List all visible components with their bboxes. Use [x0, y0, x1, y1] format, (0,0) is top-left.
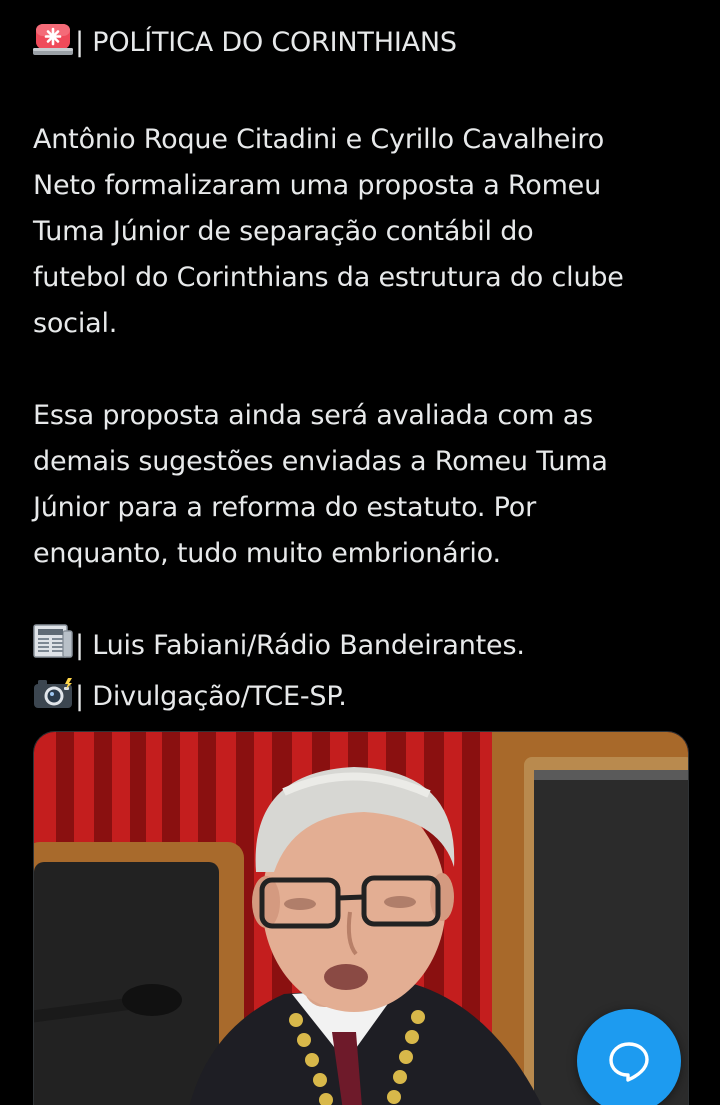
post-text: | POLÍTICA DO CORINTHIANS Antônio Roque …: [33, 20, 693, 725]
speech-bubble-icon: [609, 1042, 649, 1082]
credit-photo-label: | Divulgação/TCE-SP.: [75, 681, 347, 712]
paragraph-2-line: enquanto, tudo muito embrionário.: [33, 538, 501, 569]
paragraph-2-line: Essa proposta ainda será avaliada com as: [33, 400, 594, 431]
credit-photo: | Divulgação/TCE-SP.: [33, 674, 693, 725]
paragraph-2-line: Júnior para a reforma do estatuto. Por: [33, 492, 537, 523]
post-header: | POLÍTICA DO CORINTHIANS: [33, 20, 693, 71]
paragraph-1-line: social.: [33, 308, 118, 339]
paragraph-2-line: demais sugestões enviadas a Romeu Tuma: [33, 446, 608, 477]
paragraph-1-line: Antônio Roque Citadini e Cyrillo Cavalhe…: [33, 124, 605, 155]
paragraph-1-line: futebol do Corinthians da estrutura do c…: [33, 262, 624, 293]
paragraph-1-line: Tuma Júnior de separação contábil do: [33, 216, 534, 247]
rotating-light-icon: [33, 22, 73, 71]
reply-fab-button[interactable]: [577, 1009, 681, 1105]
paragraph-1-line: Neto formalizaram uma proposta a Romeu: [33, 170, 602, 201]
newspaper-icon: [33, 623, 73, 674]
camera-flash-icon: [33, 678, 73, 725]
credit-source-label: | Luis Fabiani/Rádio Bandeirantes.: [75, 630, 525, 661]
header-label: | POLÍTICA DO CORINTHIANS: [75, 27, 457, 58]
credit-source: | Luis Fabiani/Rádio Bandeirantes.: [33, 623, 693, 674]
